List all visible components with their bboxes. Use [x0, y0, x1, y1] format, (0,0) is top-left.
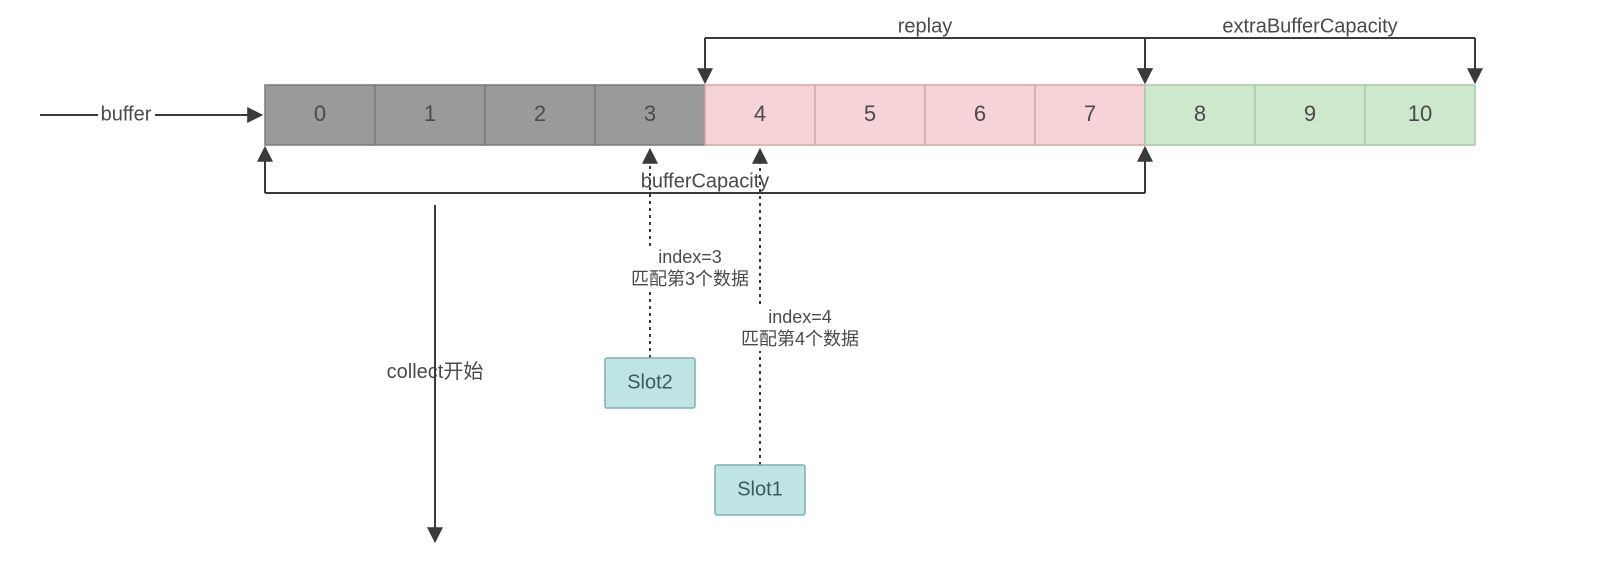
- slot1-group: index=4 匹配第4个数据 Slot1: [715, 151, 865, 515]
- collect-start-group: collect开始: [380, 205, 490, 540]
- buffer-cells-row: 0 1 2 3 4 5 6 7 8 9 10: [265, 85, 1475, 145]
- buffer-cell-value: 3: [644, 101, 656, 126]
- buffer-cell-value: 4: [754, 101, 766, 126]
- replay-label: replay: [898, 15, 952, 37]
- slot2-match-label: 匹配第3个数据: [631, 269, 749, 289]
- slot1-name-label: Slot1: [737, 478, 783, 500]
- buffer-cell-value: 10: [1408, 101, 1432, 126]
- buffer-cell-value: 9: [1304, 101, 1316, 126]
- slot2-index-label: index=3: [658, 247, 722, 267]
- buffer-capacity-bracket: bufferCapacity: [265, 149, 1145, 193]
- buffer-label: buffer: [101, 103, 152, 125]
- replay-bracket: replay: [705, 15, 1145, 81]
- extra-buffer-capacity-label: extraBufferCapacity: [1222, 15, 1397, 37]
- diagram-canvas: buffer 0 1 2 3 4 5 6 7 8 9 10 replay extraBufferCa…: [0, 0, 1612, 568]
- slot1-match-label: 匹配第4个数据: [741, 329, 859, 349]
- buffer-cell-value: 0: [314, 101, 326, 126]
- slot1-index-label: index=4: [768, 307, 832, 327]
- buffer-cell-value: 6: [974, 101, 986, 126]
- buffer-cell-value: 7: [1084, 101, 1096, 126]
- buffer-cell-value: 1: [424, 101, 436, 126]
- slot2-name-label: Slot2: [627, 371, 673, 393]
- buffer-capacity-label: bufferCapacity: [641, 170, 770, 192]
- buffer-cell-value: 5: [864, 101, 876, 126]
- buffer-cell-value: 8: [1194, 101, 1206, 126]
- extra-bracket: extraBufferCapacity: [1145, 15, 1475, 81]
- buffer-label-group: buffer: [40, 103, 260, 125]
- buffer-cell-value: 2: [534, 101, 546, 126]
